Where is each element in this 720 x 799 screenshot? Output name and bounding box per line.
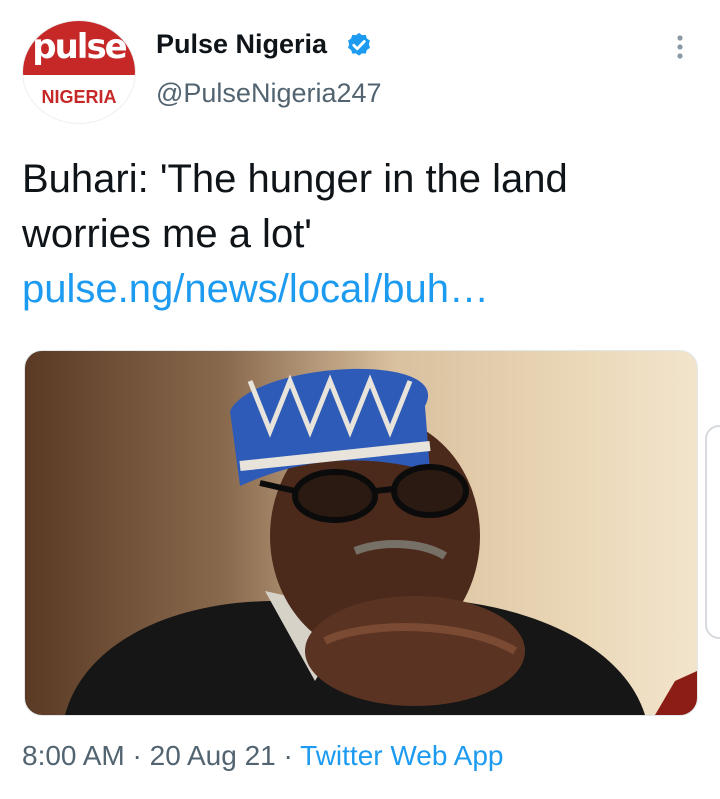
tweet-source-app[interactable]: Twitter Web App (300, 740, 503, 771)
avatar[interactable]: pulse NIGERIA (22, 20, 136, 124)
scroll-handle[interactable] (705, 425, 720, 639)
verified-badge-icon (348, 32, 370, 56)
avatar-logo-text: pulse (32, 27, 128, 67)
tweet-time[interactable]: 8:00 AM (22, 740, 125, 771)
tweet-meta: 8:00 AM · 20 Aug 21 · Twitter Web App (22, 740, 504, 772)
meta-separator: · (124, 740, 150, 771)
meta-separator: · (275, 740, 301, 771)
tweet-media-image[interactable] (24, 350, 698, 716)
tweet-link[interactable]: pulse.ng/news/local/buh… (22, 262, 682, 317)
buhari-photo (65, 368, 697, 715)
avatar-logo-subtext: NIGERIA (41, 87, 117, 107)
more-vertical-icon[interactable] (665, 32, 695, 62)
tweet-text: Buhari: 'The hunger in the land worries … (22, 157, 568, 256)
tweet-date[interactable]: 20 Aug 21 (150, 740, 276, 771)
account-handle[interactable]: @PulseNigeria247 (156, 78, 382, 109)
account-name[interactable]: Pulse Nigeria (156, 29, 327, 60)
tweet-text-block: Buhari: 'The hunger in the land worries … (22, 152, 682, 317)
